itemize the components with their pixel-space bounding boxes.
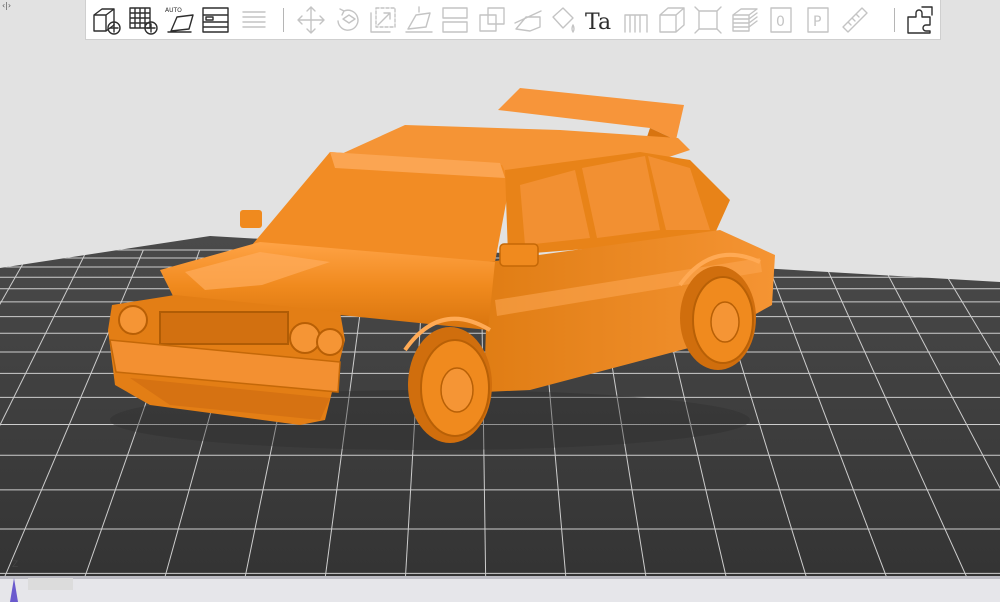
layers-lines-icon (242, 11, 266, 28)
boolean-button[interactable] (475, 3, 509, 37)
cut-icon (514, 10, 542, 32)
slice-stack-button[interactable] (728, 3, 762, 37)
split-icon (442, 7, 468, 33)
ruler-icon (842, 7, 868, 33)
box-button[interactable] (655, 3, 689, 37)
add-object-button[interactable] (89, 3, 123, 37)
layout-button[interactable] (199, 3, 233, 37)
measure-frame-icon (694, 6, 722, 34)
toolbar-separator (283, 8, 284, 32)
lay-flat-icon (405, 6, 433, 33)
move-arrows-icon (297, 6, 325, 34)
scale-icon (370, 7, 396, 33)
boolean-icon (479, 7, 505, 32)
zero-icon: 0 (770, 7, 792, 33)
svg-text:P: P (813, 14, 821, 30)
grid-plus-icon (129, 7, 158, 35)
auto-arrange-icon: AUTO (165, 7, 194, 33)
p-button[interactable]: P (801, 3, 835, 37)
svg-text:Ta: Ta (585, 10, 611, 35)
main-toolbar: AUTO Ta 0 P (85, 0, 941, 40)
collapse-toggle[interactable]: ‹|› (2, 1, 14, 10)
puzzle-icon (907, 6, 933, 34)
svg-text:0: 0 (776, 14, 785, 30)
3d-viewport[interactable] (0, 0, 1000, 602)
layout-icon (202, 7, 229, 33)
text-tool-icon: Ta (585, 10, 611, 35)
measure-button[interactable] (691, 3, 725, 37)
support-icon (624, 14, 648, 33)
lay-on-face-button[interactable] (402, 3, 436, 37)
paint-bucket-icon (552, 7, 575, 33)
plate-edge-line (0, 576, 1000, 579)
box-icon (659, 7, 685, 33)
move-button[interactable] (294, 3, 328, 37)
rotate-button[interactable] (330, 3, 364, 37)
text-button[interactable]: Ta (583, 3, 617, 37)
axis-z-label: Z (12, 560, 19, 570)
paint-button[interactable] (547, 3, 581, 37)
ruler-button[interactable] (838, 3, 872, 37)
assembly-button[interactable] (904, 3, 938, 37)
support-button[interactable] (619, 3, 653, 37)
svg-text:AUTO: AUTO (165, 7, 182, 14)
cut-button[interactable] (511, 3, 545, 37)
cube-plus-icon (93, 8, 121, 35)
auto-arrange-button[interactable]: AUTO (163, 3, 197, 37)
add-grid-object-button[interactable] (126, 3, 160, 37)
p-icon: P (807, 7, 829, 33)
split-button[interactable] (438, 3, 472, 37)
zero-button[interactable]: 0 (764, 3, 798, 37)
rotate-icon (337, 8, 359, 31)
toolbar-separator (894, 8, 895, 32)
layers-button[interactable] (237, 3, 271, 37)
stack-icon (732, 8, 758, 32)
plate-front-edge (0, 576, 1000, 602)
scale-button[interactable] (366, 3, 400, 37)
